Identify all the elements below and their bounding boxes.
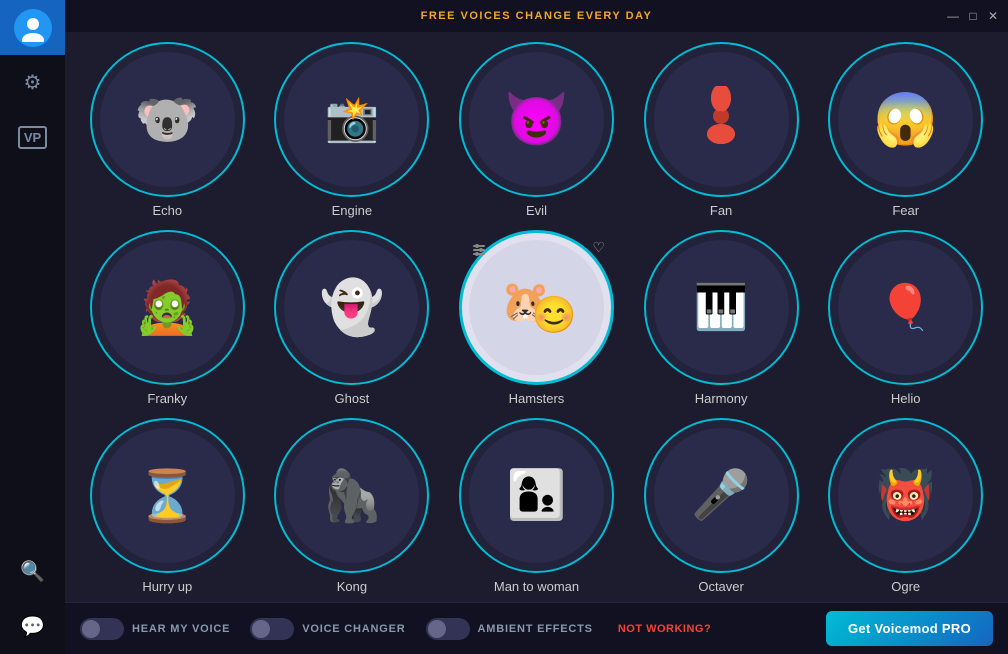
voice-icon-evil: 😈 [469,52,604,187]
sidebar: ⚙ VP 🔍 💬 [0,0,65,654]
hear-my-voice-group: HEAR MY VOICE [80,618,230,640]
chat-icon: 💬 [20,614,45,639]
hear-my-voice-label: HEAR MY VOICE [132,623,230,635]
avatar[interactable] [14,9,52,47]
voice-label-helio: Helio [891,391,921,406]
voice-card-hamsters[interactable]: ♡ 🐹 😊 Hamsters [449,230,624,406]
voice-label-kong: Kong [337,579,367,594]
voice-card-engine[interactable]: 📸 Engine [265,42,440,218]
voice-changer-group: VOICE CHANGER [250,618,405,640]
voice-card-echo[interactable]: 🐨 Echo [80,42,255,218]
sidebar-item-settings[interactable]: ⚙ [0,55,65,110]
search-icon: 🔍 [20,559,45,584]
voice-settings-icon[interactable] [470,241,488,262]
voice-label-fear: Fear [892,203,919,218]
voice-label-octaver: Octaver [698,579,744,594]
sidebar-item-vp[interactable]: VP [0,110,65,165]
voice-icon-octaver: 🎤 [654,428,789,563]
voice-icon-harmony: 🎹 [654,240,789,375]
voice-card-hurry-up[interactable]: ⏳ Hurry up [80,418,255,594]
voice-label-engine: Engine [332,203,372,218]
voice-label-evil: Evil [526,203,547,218]
voice-icon-franky: 🧟 [100,240,235,375]
voice-icon-fear: 😱 [838,52,973,187]
voice-card-man-to-woman[interactable]: 👩‍👦 Man to woman [449,418,624,594]
voice-icon-engine: 📸 [284,52,419,187]
voice-label-hamsters: Hamsters [509,391,565,406]
voice-icon-helio: 🎈 [838,240,973,375]
voice-card-octaver[interactable]: 🎤 Octaver [634,418,809,594]
voice-label-ghost: Ghost [335,391,370,406]
voice-card-fan[interactable]: Fan [634,42,809,218]
voice-card-ogre[interactable]: 👹 Ogre [818,418,993,594]
voice-icon-echo: 🐨 [100,52,235,187]
main-content: FREE VOICES CHANGE EVERY DAY — □ ✕ 🐨 Echo… [65,0,1008,654]
titlebar: FREE VOICES CHANGE EVERY DAY — □ ✕ [65,0,1008,32]
voice-card-kong[interactable]: 🦍 Kong [265,418,440,594]
sidebar-logo-area [0,0,65,55]
voice-icon-ghost: 👻 [284,240,419,375]
window-controls: — □ ✕ [946,9,1000,23]
voice-icon-fan [654,52,789,187]
voices-grid: 🐨Echo📸Engine😈Evil Fan😱Fear🧟Franky👻Ghost … [65,32,1008,602]
voice-label-ogre: Ogre [891,579,920,594]
vp-icon: VP [18,126,47,149]
sidebar-item-chat[interactable]: 💬 [0,599,65,654]
ambient-effects-toggle[interactable] [426,618,470,640]
bottombar: HEAR MY VOICE VOICE CHANGER AMBIENT EFFE… [65,602,1008,654]
get-pro-button[interactable]: Get Voicemod PRO [826,611,993,646]
voice-favorite-icon[interactable]: ♡ [592,239,605,256]
voice-icon-man-to-woman: 👩‍👦 [469,428,604,563]
voice-label-hurry-up: Hurry up [142,579,192,594]
close-button[interactable]: ✕ [986,9,1000,23]
voice-card-fear[interactable]: 😱 Fear [818,42,993,218]
minimize-button[interactable]: — [946,9,960,23]
voice-card-ghost[interactable]: 👻 Ghost [265,230,440,406]
voice-label-man-to-woman: Man to woman [494,579,579,594]
titlebar-title: FREE VOICES CHANGE EVERY DAY [421,10,653,22]
ambient-effects-label: AMBIENT EFFECTS [478,623,593,635]
not-working-link[interactable]: NOT WORKING? [618,623,711,635]
voice-label-echo: Echo [152,203,182,218]
voice-changer-toggle[interactable] [250,618,294,640]
hear-my-voice-toggle[interactable] [80,618,124,640]
voice-icon-hamsters: 🐹 😊 [469,240,604,375]
voice-label-fan: Fan [710,203,732,218]
voice-card-helio[interactable]: 🎈 Helio [818,230,993,406]
voice-card-franky[interactable]: 🧟 Franky [80,230,255,406]
voice-card-evil[interactable]: 😈 Evil [449,42,624,218]
ambient-effects-group: AMBIENT EFFECTS [426,618,593,640]
maximize-button[interactable]: □ [966,9,980,23]
voice-label-harmony: Harmony [695,391,748,406]
voice-icon-hurry-up: ⏳ [100,428,235,563]
voice-label-franky: Franky [147,391,187,406]
gear-icon: ⚙ [24,70,42,95]
voice-card-harmony[interactable]: 🎹 Harmony [634,230,809,406]
sidebar-item-search[interactable]: 🔍 [0,544,65,599]
voice-changer-label: VOICE CHANGER [302,623,405,635]
voice-icon-ogre: 👹 [838,428,973,563]
voice-icon-kong: 🦍 [284,428,419,563]
